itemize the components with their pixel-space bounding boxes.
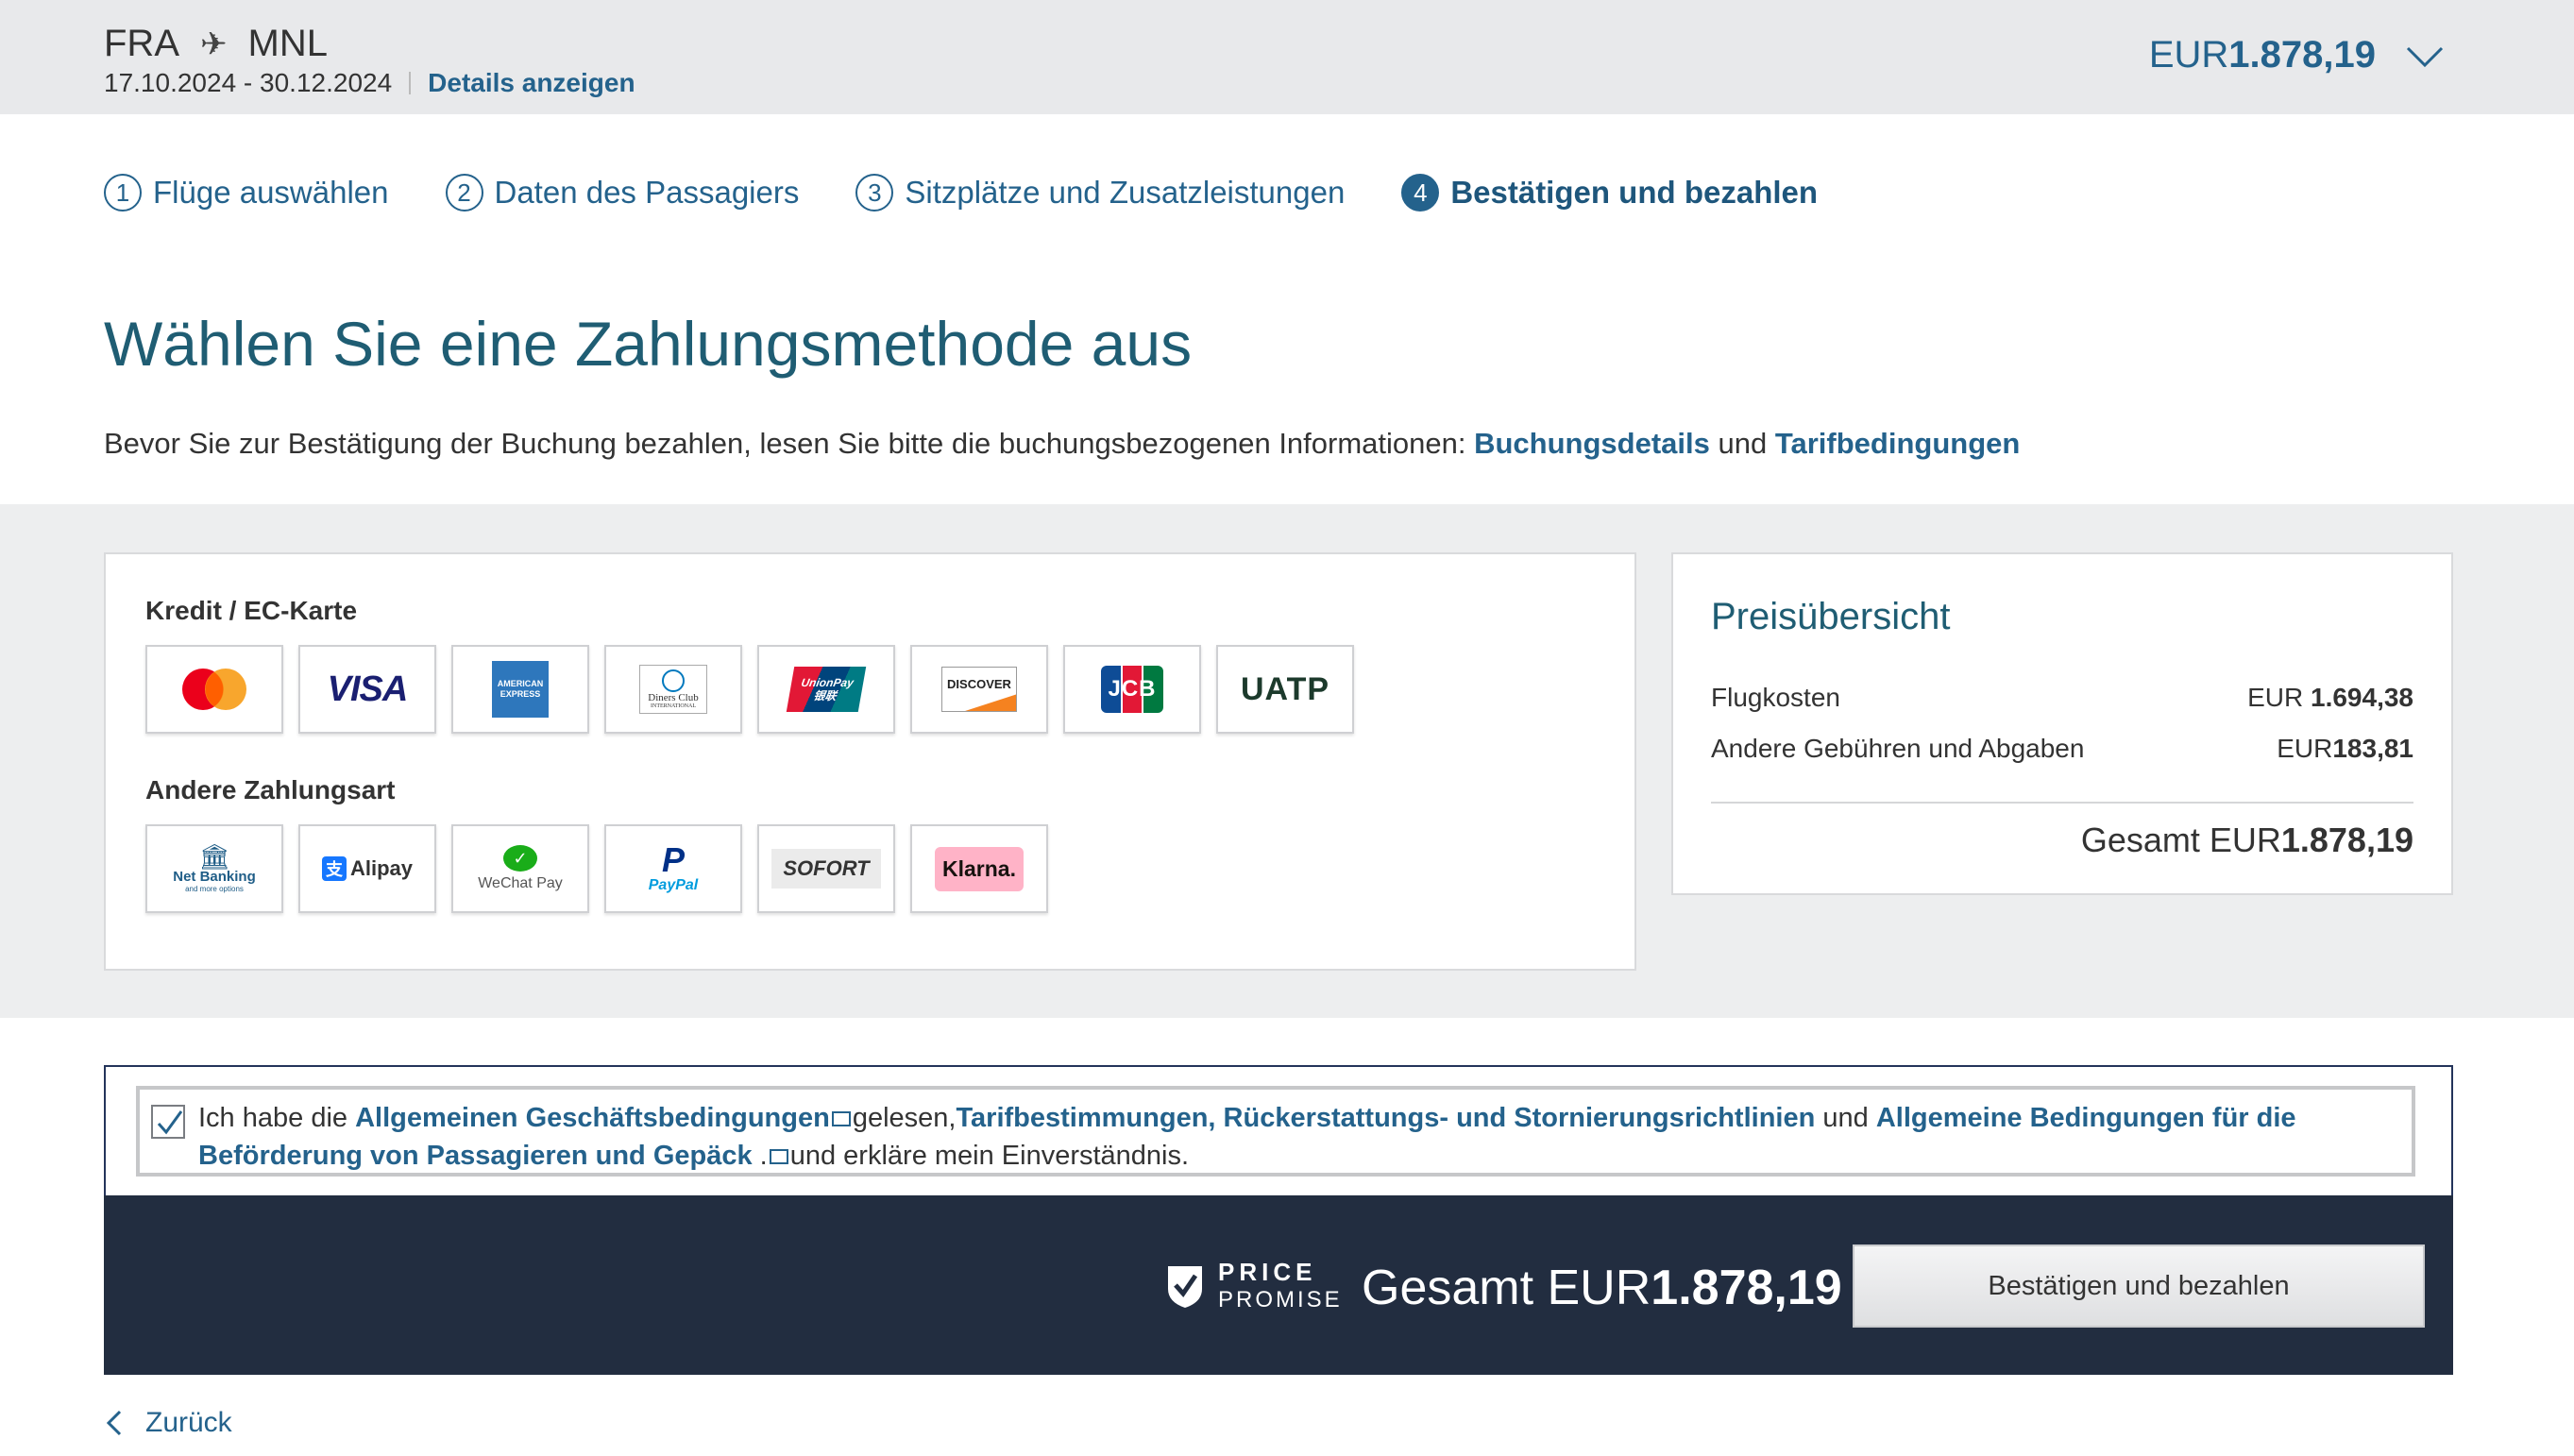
summary-total: Gesamt EUR1.878,19 (2080, 821, 2413, 859)
mastercard-option[interactable] (145, 645, 283, 734)
jcb-logo-icon: JCB (1101, 666, 1164, 713)
klarna-option[interactable]: Klarna. (910, 824, 1048, 913)
checkmark-icon (157, 1110, 183, 1135)
external-link-icon (769, 1149, 788, 1165)
amex-logo-icon: AMERICAN EXPRESS (492, 661, 549, 718)
unionpay-option[interactable]: UnionPay 银联 (757, 645, 895, 734)
uatp-option[interactable]: UATP (1216, 645, 1354, 734)
unionpay-logo-icon: UnionPay 银联 (786, 667, 867, 712)
progress-steps: 1 Flüge auswählen 2 Daten des Passagiers… (104, 174, 1874, 212)
amex-option[interactable]: AMERICAN EXPRESS (451, 645, 589, 734)
airplane-icon: ✈ (200, 25, 228, 62)
other-methods-label: Andere Zahlungsart (145, 775, 396, 804)
diners-logo-icon: Diners Club INTERNATIONAL (639, 665, 707, 714)
visa-option[interactable]: VISA (298, 645, 436, 734)
cards-label: Kredit / EC-Karte (145, 596, 358, 625)
mastercard-logo-icon (182, 669, 246, 710)
show-details-link[interactable]: Details anzeigen (428, 68, 635, 98)
alipay-logo-icon: 支 Alipay (321, 856, 413, 881)
net-banking-option[interactable]: 🏛 Net Banking and more options (145, 824, 283, 913)
step-label: Bestätigen und bezahlen (1450, 175, 1819, 210)
travel-dates: 17.10.2024 - 30.12.2024 (104, 68, 393, 97)
booking-summary-bar: FRA ✈ MNL 17.10.2024 - 30.12.2024 Detail… (0, 0, 2574, 114)
payment-methods-panel: Kredit / EC-Karte VISA AMERICAN EXPRESS D… (104, 552, 1636, 971)
price-toggle[interactable]: EUR1.878,19 (2149, 34, 2446, 76)
step-confirm-pay: 4 Bestätigen und bezahlen (1401, 174, 1818, 212)
destination-code: MNL (247, 23, 328, 64)
price-summary-title: Preisübersicht (1711, 596, 1951, 637)
divider (409, 72, 412, 94)
confirm-and-pay-button[interactable]: Bestätigen und bezahlen (1853, 1244, 2425, 1328)
step-label: Flüge auswählen (153, 175, 389, 210)
external-link-icon (831, 1111, 851, 1127)
step-number: 4 (1401, 174, 1440, 212)
chevron-down-icon (2406, 46, 2444, 67)
terms-checkbox[interactable] (151, 1105, 185, 1139)
step-number: 3 (855, 174, 894, 212)
wechat-pay-logo-icon: ✓ WeChat Pay (478, 845, 563, 892)
price-summary-panel: Preisübersicht Flugkosten EUR 1.694,38 A… (1671, 552, 2453, 895)
intro-text: Bevor Sie zur Bestätigung der Buchung be… (104, 427, 2021, 460)
step-passenger-data[interactable]: 2 Daten des Passagiers (445, 174, 800, 212)
route: FRA ✈ MNL (104, 23, 328, 65)
terms-focus-frame: Ich habe die Allgemeinen Geschäftsbeding… (136, 1086, 2415, 1177)
back-link[interactable]: Zurück (106, 1407, 232, 1439)
step-label: Daten des Passagiers (494, 175, 800, 210)
jcb-option[interactable]: JCB (1063, 645, 1201, 734)
discover-logo-icon: DISCOVER (941, 667, 1017, 712)
diners-option[interactable]: Diners Club INTERNATIONAL (604, 645, 742, 734)
step-select-flights[interactable]: 1 Flüge auswählen (104, 174, 389, 212)
footer-total: Gesamt EUR1.878,19 (1362, 1261, 1842, 1315)
visa-logo-icon: VISA (327, 669, 409, 709)
origin-code: FRA (104, 23, 179, 64)
divider (1711, 802, 2413, 804)
booking-details-link[interactable]: Buchungsdetails (1474, 427, 1710, 460)
flight-cost-row: Flugkosten EUR 1.694,38 (1711, 683, 2413, 712)
shield-check-icon (1168, 1266, 1202, 1308)
general-terms-link[interactable]: Allgemeinen Geschäftsbedingungen (355, 1103, 830, 1133)
wechat-pay-option[interactable]: ✓ WeChat Pay (451, 824, 589, 913)
alipay-option[interactable]: 支 Alipay (298, 824, 436, 913)
travel-dates-row: 17.10.2024 - 30.12.2024 Details anzeigen (104, 68, 635, 98)
card-options: VISA AMERICAN EXPRESS Diners Club INTERNA… (145, 645, 1354, 734)
terms-section: Ich habe die Allgemeinen Geschäftsbeding… (104, 1065, 2453, 1197)
paypal-option[interactable]: P PayPal (604, 824, 742, 913)
price-promise-badge: PRICE PROMISE (1165, 1258, 1343, 1314)
page-title: Wählen Sie eine Zahlungsmethode aus (104, 309, 1193, 379)
chevron-left-icon (106, 1410, 122, 1436)
terms-text: Ich habe die Allgemeinen Geschäftsbeding… (198, 1103, 2296, 1171)
back-label: Zurück (145, 1407, 232, 1438)
fare-rules-link[interactable]: Tarifbestimmungen, Rückerstattungs- und … (956, 1103, 1815, 1133)
sofort-option[interactable]: SOFORT (757, 824, 895, 913)
uatp-logo-icon: UATP (1240, 670, 1330, 707)
klarna-logo-icon: Klarna. (935, 846, 1024, 891)
top-price: EUR1.878,19 (2148, 34, 2376, 76)
checkout-bar: PRICE PROMISE Gesamt EUR1.878,19 Bestäti… (104, 1195, 2453, 1375)
fees-row: Andere Gebühren und Abgaben EUR183,81 (1711, 734, 2413, 763)
step-number: 1 (104, 174, 142, 212)
other-payment-options: 🏛 Net Banking and more options 支 Alipay … (145, 824, 1048, 913)
discover-option[interactable]: DISCOVER (910, 645, 1048, 734)
step-number: 2 (445, 174, 483, 212)
fare-conditions-link[interactable]: Tarifbedingungen (1775, 427, 2020, 460)
bank-icon: 🏛 Net Banking and more options (173, 842, 256, 893)
step-label: Sitzplätze und Zusatzleistungen (905, 175, 1346, 210)
step-seats-extras[interactable]: 3 Sitzplätze und Zusatzleistungen (855, 174, 1345, 212)
paypal-logo-icon: P PayPal (648, 840, 699, 894)
sofort-logo-icon: SOFORT (771, 849, 881, 889)
